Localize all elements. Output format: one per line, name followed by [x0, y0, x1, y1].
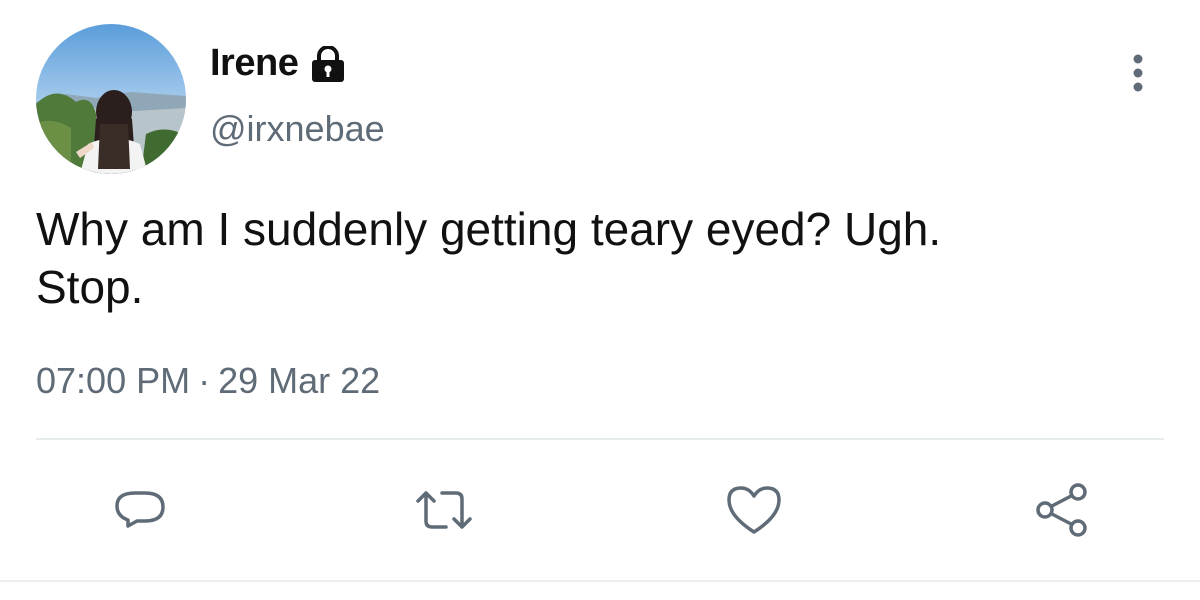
- more-options-button[interactable]: [1118, 48, 1158, 98]
- action-bar: [0, 478, 1200, 548]
- user-name-row: Irene: [210, 42, 348, 85]
- lock-icon: [308, 45, 348, 82]
- heart-icon: [727, 486, 781, 534]
- tweet-text: Why am I suddenly getting teary eyed? Ug…: [36, 200, 1136, 316]
- tweet-text-line: Why am I suddenly getting teary eyed? Ug…: [36, 203, 942, 255]
- share-icon: [1036, 483, 1087, 537]
- display-name[interactable]: Irene: [210, 42, 299, 85]
- tweet-timestamp[interactable]: 07:00 PM · 29 Mar 22: [36, 360, 380, 402]
- share-button[interactable]: [1030, 478, 1094, 542]
- tweet-time: 07:00 PM: [36, 360, 191, 401]
- timestamp-separator: ·: [198, 360, 211, 401]
- bottom-border: [0, 580, 1200, 582]
- tweet-date: 29 Mar 22: [218, 360, 381, 401]
- retweet-icon: [416, 491, 472, 529]
- retweet-button[interactable]: [412, 478, 476, 542]
- tweet-text-line: Stop.: [36, 261, 144, 313]
- user-handle[interactable]: @irxnebae: [210, 108, 385, 150]
- reply-button[interactable]: [108, 478, 172, 542]
- like-button[interactable]: [722, 478, 786, 542]
- reply-icon: [115, 491, 165, 528]
- tweet-card: Irene @irxnebae Why am I suddenly gettin…: [0, 0, 1200, 600]
- avatar[interactable]: [36, 24, 186, 174]
- more-vertical-icon: [1133, 54, 1143, 92]
- divider: [36, 438, 1164, 440]
